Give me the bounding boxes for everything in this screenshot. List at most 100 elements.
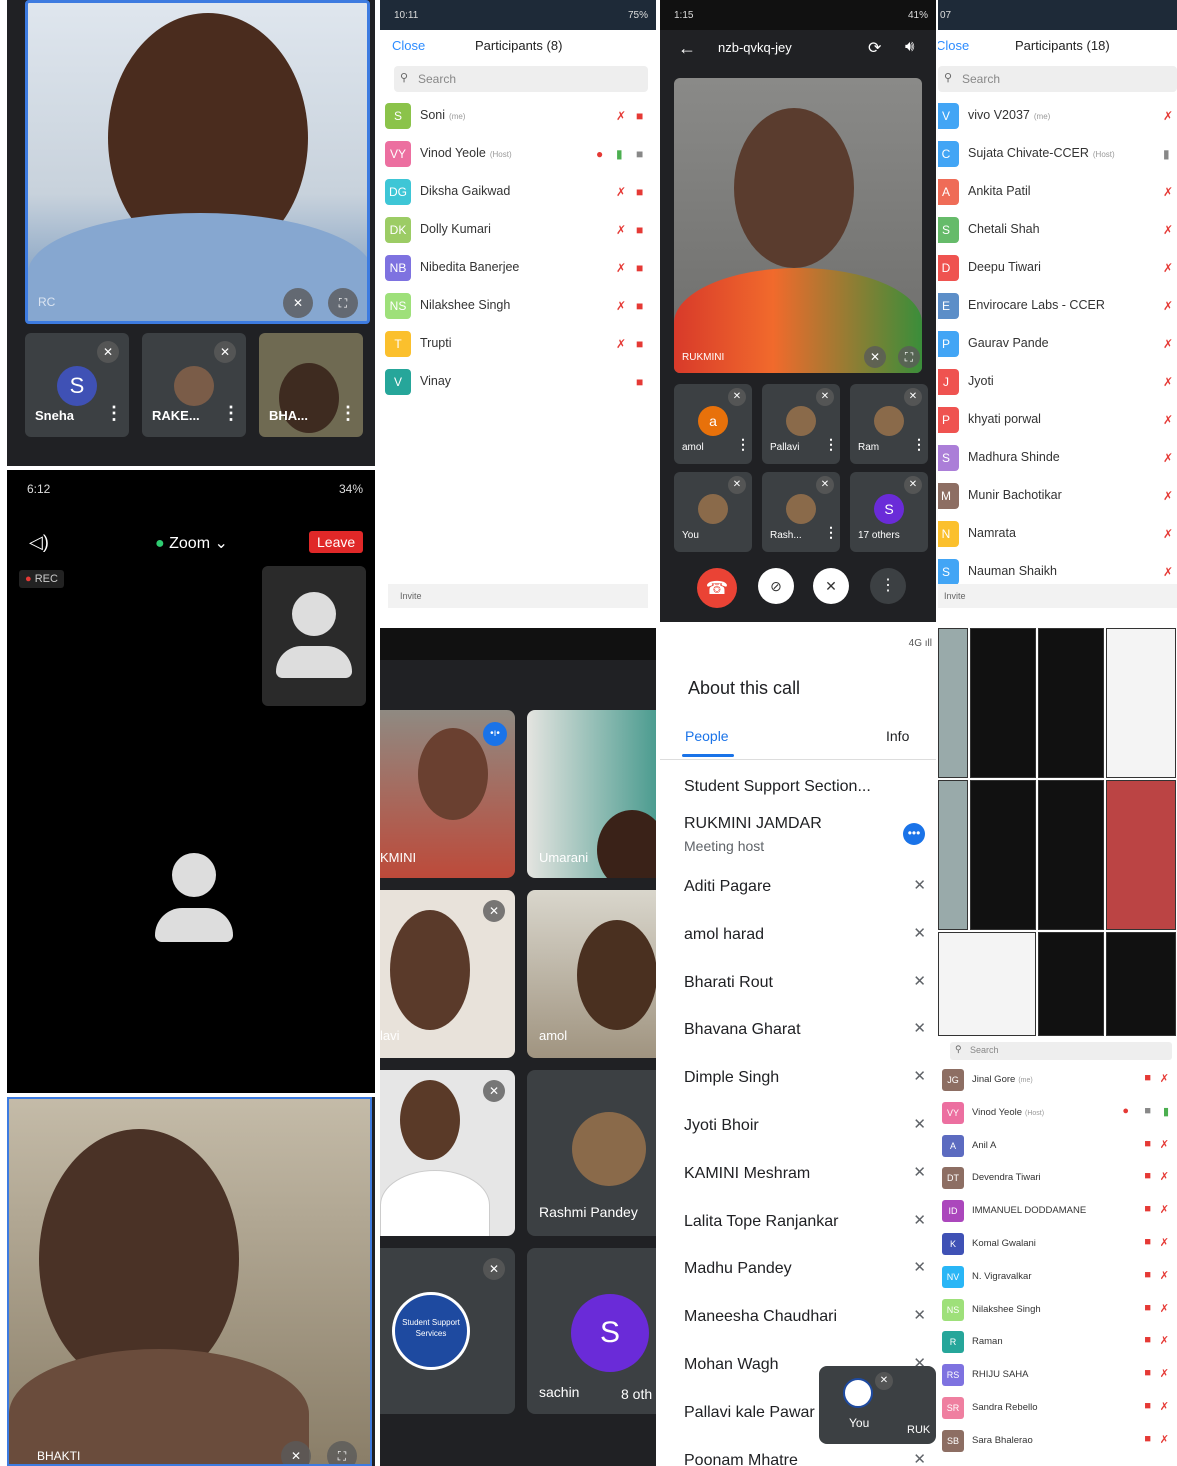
tile-sachin[interactable]: S sachin 8 oth [527,1248,656,1414]
participant-row[interactable]: VY Vinod Yeole (Host) ● ▮ ■ [380,135,656,173]
participant-row[interactable]: ID IMMANUEL DODDAMANE ■ ✗ [938,1195,1177,1228]
invite-button[interactable]: Invite [388,584,648,608]
participant-row[interactable]: NB Nibedita Banerjee ✗ ■ [380,249,656,287]
tile-rashmi-pandey[interactable]: Rashmi Pandey [527,1070,656,1236]
participant-row[interactable]: RS RHIJU SAHA ■ ✗ [938,1359,1177,1392]
leave-button[interactable]: Leave [309,531,364,553]
search-input[interactable]: ⚲ Search [950,1042,1172,1060]
person-row[interactable]: Maneesha Chaudhari ✕ [660,1294,936,1342]
tile-lavi[interactable]: ✕ lavi [380,890,515,1058]
participant-row[interactable]: J Jyoti ✗ [938,363,1177,401]
participant-row[interactable]: K Komal Gwalani ■ ✗ [938,1228,1177,1261]
person-row[interactable]: KAMINI Meshram ✕ [660,1151,936,1199]
tab-info[interactable]: Info [886,728,909,744]
search-input[interactable]: ⚲ Search [394,66,648,92]
more-options-icon[interactable]: ⋮ [105,403,123,424]
tile-man[interactable]: ✕ [380,1070,515,1236]
tile-bha[interactable]: BHA... ⋮ [259,333,363,437]
tile-you[interactable]: ✕ You [674,472,752,552]
app-title[interactable]: ● Zoom ⌄ [155,533,228,553]
close-button[interactable]: Close [392,38,425,53]
participant-row[interactable]: Vvivo V2037 (me) ✗ [938,97,1177,135]
host-name[interactable]: RUKMINI JAMDAR [684,815,822,833]
participant-row[interactable]: NS Nilakshee Singh ✗ ■ [380,287,656,325]
tile-student-support[interactable]: Student Support Services ✕ [380,1248,515,1414]
tile-rake[interactable]: ✕ RAKE... ⋮ [142,333,246,437]
person-row[interactable]: Lalita Tope Ranjankar ✕ [660,1199,936,1247]
page-title: About this call [688,678,801,698]
end-call-button[interactable]: ☎ [697,568,737,608]
tab-people[interactable]: People [685,728,729,744]
tile-kmini[interactable]: KMINI •ı• [380,710,515,878]
switch-camera-icon[interactable]: ⟳ [868,38,881,58]
participant-row[interactable]: NS Nilakshee Singh ■ ✗ [938,1294,1177,1327]
participant-row[interactable]: A Ankita Patil ✗ [938,173,1177,211]
fullscreen-icon[interactable]: ⛶ [898,346,920,368]
person-row[interactable]: Madhu Pandey ✕ [660,1246,936,1294]
tile-sneha[interactable]: S ✕ Sneha ⋮ [25,333,129,437]
more-options-icon[interactable]: ⋮ [824,436,838,453]
participant-row[interactable]: DG Diksha Gaikwad ✗ ■ [380,173,656,211]
participant-row[interactable]: E Envirocare Labs - CCER ✗ [938,287,1177,325]
tile-amol[interactable]: a ✕ amol ⋮ [674,384,752,464]
more-options-icon[interactable]: ⋮ [222,403,240,424]
host-more-icon[interactable]: ••• [903,823,925,845]
close-button[interactable]: Close [938,38,969,53]
person-row[interactable]: Jyoti Bhoir ✕ [660,1103,936,1151]
speaker-icon[interactable]: 🔊︎ [905,38,914,55]
tile-amol[interactable]: amol [527,890,656,1058]
participant-row[interactable]: VY Vinod Yeole (Host) ● ■ ▮ [938,1097,1177,1130]
person-row[interactable]: amol harad ✕ [660,912,936,960]
more-options-icon[interactable]: ⋮ [339,403,357,424]
main-video-rc[interactable]: RC ✕ ⛶ [25,0,370,324]
self-view-tile[interactable] [262,566,366,706]
invite-button[interactable]: Invite [938,584,1177,608]
search-placeholder: Search [418,72,457,86]
more-options-icon[interactable]: ⋮ [824,524,838,541]
tile-ram[interactable]: ✕ Ram ⋮ [850,384,928,464]
participant-row[interactable]: S Madhura Shinde ✗ [938,439,1177,477]
participant-row[interactable]: D Deepu Tiwari ✗ [938,249,1177,287]
self-view-pip[interactable]: You ✕ RUK [819,1366,936,1444]
fullscreen-icon[interactable]: ⛶ [327,1441,357,1464]
participant-row[interactable]: S Soni (me) ✗ ■ [380,97,656,135]
main-video-rukmini[interactable]: RUKMINI ✕ ⛶ [674,78,922,373]
participant-row[interactable]: NV N. Vigravalkar ■ ✗ [938,1261,1177,1294]
tile-rash-[interactable]: ✕ Rash... ⋮ [762,472,840,552]
participant-row[interactable]: S Chetali Shah ✗ [938,211,1177,249]
participant-row[interactable]: DT Devendra Tiwari ■ ✗ [938,1162,1177,1195]
participant-row[interactable]: SB Sara Bhalerao ■ ✗ [938,1425,1177,1458]
tile-umarani[interactable]: Umarani [527,710,656,878]
person-row[interactable]: Bharati Rout ✕ [660,960,936,1008]
participant-row[interactable]: M Munir Bachotikar ✗ [938,477,1177,515]
participant-row[interactable]: T Trupti ✗ ■ [380,325,656,363]
person-row[interactable]: Dimple Singh ✕ [660,1055,936,1103]
main-video-bhakti[interactable]: BHAKTI ✕ ⛶ [7,1097,372,1466]
group-name[interactable]: Student Support Section... [684,778,871,796]
tile-pallavi[interactable]: ✕ Pallavi ⋮ [762,384,840,464]
participant-row[interactable]: A Anil A ■ ✗ [938,1130,1177,1163]
participant-row[interactable]: DK Dolly Kumari ✗ ■ [380,211,656,249]
speaker-icon[interactable]: ◁) [29,532,49,553]
participant-row[interactable]: R Raman ■ ✗ [938,1326,1177,1359]
fullscreen-icon[interactable]: ⛶ [328,288,358,318]
more-options-icon[interactable]: ⋮ [912,436,926,453]
more-options-icon[interactable]: ⋮ [870,568,906,604]
participant-row[interactable]: P Gaurav Pande ✗ [938,325,1177,363]
more-options-icon[interactable]: ⋮ [736,436,750,453]
participant-row[interactable]: JG Jinal Gore (me) ■ ✗ [938,1064,1177,1097]
meeting-code[interactable]: nzb-qvkq-jey [718,40,792,55]
camera-off-button[interactable]: ⊘ [758,568,794,604]
person-row[interactable]: Aditi Pagare ✕ [660,864,936,912]
others-count[interactable]: 8 oth [621,1386,652,1402]
tile-17-others[interactable]: S ✕ 17 others [850,472,928,552]
participant-row[interactable]: N Namrata ✗ [938,515,1177,553]
participant-row[interactable]: C Sujata Chivate-CCER (Host) ▮ [938,135,1177,173]
person-row[interactable]: Bhavana Gharat ✕ [660,1007,936,1055]
participant-row[interactable]: V Vinay ■ [380,363,656,401]
participant-row[interactable]: SR Sandra Rebello ■ ✗ [938,1392,1177,1425]
search-input[interactable]: ⚲ Search [938,66,1177,92]
back-arrow-icon[interactable]: ← [678,38,696,59]
participant-row[interactable]: Pkhyati porwal ✗ [938,401,1177,439]
mic-off-button[interactable]: ✕ [813,568,849,604]
